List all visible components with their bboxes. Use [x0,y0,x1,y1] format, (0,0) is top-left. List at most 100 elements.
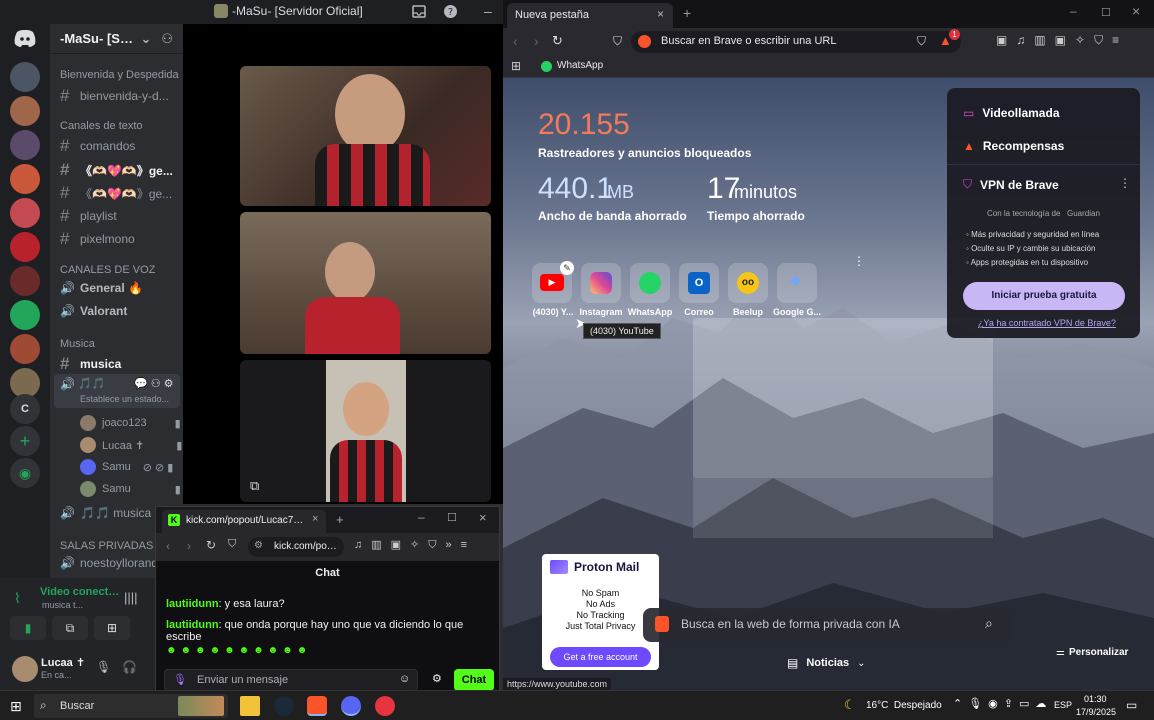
toolbar-extensions-icon[interactable]: ▣♫▥▣✧⛉≡ [996,33,1128,48]
help-icon[interactable]: ? [443,4,458,19]
search-icon[interactable]: ⌕ [985,615,993,632]
category-texto[interactable]: Canales de texto [60,120,143,132]
inbox-icon[interactable] [412,5,426,19]
voice-channel-general[interactable]: 🔊 General 🔥 [60,281,180,295]
top-site-correo[interactable]: O [679,263,719,303]
voice-status[interactable]: Video conectac [40,586,120,598]
reload-icon[interactable]: ↻ [552,33,563,49]
channel-ge-1[interactable]: # 《🫶🏻💖🫶🏻》ge... [60,160,180,180]
mic-icon[interactable]: 🎙 [96,660,111,674]
notifications-icon[interactable]: ▭ [1126,698,1137,712]
minimize-icon[interactable]: – [1070,4,1077,18]
channel-ge-2[interactable]: # 《🫶🏻💖🫶🏻》ge... [60,183,180,203]
forward-icon[interactable]: › [187,539,191,553]
start-trial-button[interactable]: Iniciar prueba gratuita [963,282,1125,310]
minimize-icon[interactable]: – [484,3,492,19]
camera-button[interactable]: ▮ [10,616,46,640]
windows-start-icon[interactable]: ⊞ [10,698,22,715]
add-member-icon[interactable]: ⚇ [161,31,173,47]
clock-time[interactable]: 01:30 [1084,694,1107,704]
clock-date[interactable]: 17/9/2025 [1076,707,1116,717]
channel-pixelmono[interactable]: # pixelmono [60,229,180,249]
channel-playlist[interactable]: # playlist [60,206,180,226]
reload-icon[interactable]: ↻ [206,538,216,552]
server-icon[interactable] [10,198,40,228]
noise-suppression-icon[interactable]: |||| [124,590,138,605]
server-icon[interactable] [10,62,40,92]
vpn-menu-icon[interactable]: ⋮ [1119,176,1131,190]
close-tab-icon[interactable]: × [657,7,664,21]
steam-icon[interactable] [274,696,294,716]
top-site-gemini[interactable]: ✦ [777,263,817,303]
settings-icon[interactable]: ⚙ [432,672,442,685]
voice-channel-valorant[interactable]: 🔊 Valorant [60,304,180,318]
apps-grid-icon[interactable]: ⊞ [511,59,521,73]
private-search-box[interactable]: Busca en la web de forma privada con IA … [643,608,1011,642]
close-icon[interactable]: × [1132,3,1140,19]
already-subscribed-link[interactable]: ¿Ya ha contratado VPN de Brave? [978,318,1116,328]
channel-comandos[interactable]: # comandos [60,136,180,156]
maximize-icon[interactable]: ☐ [1101,6,1111,19]
server-icon[interactable] [10,300,40,330]
video-tile[interactable] [240,212,491,354]
kick-address-bar[interactable]: ⚙ kick.com/popout [248,537,344,557]
server-icon[interactable] [10,96,40,126]
taskbar-search[interactable]: ⌕ Buscar [34,694,228,718]
voice-user[interactable]: Lucaa ✝ ▮ [80,437,182,453]
category-privadas[interactable]: SALAS PRIVADAS [60,540,153,552]
activity-button[interactable]: ⊞ [94,616,130,640]
server-icon[interactable] [10,334,40,364]
tray-icons[interactable]: ⌃🎙◉⇪▭☁ [953,697,1052,710]
add-server-icon[interactable]: + [10,426,40,456]
voice-actions-icon[interactable]: 💬 ⚇ ⚙ [134,377,174,390]
active-voice-channel[interactable]: 🔊 🎵🎵 💬 ⚇ ⚙ Establece un estado... [54,374,180,408]
server-icon[interactable] [10,266,40,296]
toolbar-extensions-icon[interactable]: ♫▥▣✧⛉»≡ [354,538,476,552]
weather-text[interactable]: 16°C Despejado [866,700,942,711]
top-site-beelup[interactable]: oo [728,263,768,303]
customize-button[interactable]: ⚌ Personalizar [1056,647,1128,658]
close-icon[interactable]: × [479,510,487,525]
edit-pin-icon[interactable]: ✎ [560,261,574,275]
video-tile[interactable] [240,66,491,206]
category-bienvenida[interactable]: Bienvenida y Despedida [60,69,179,81]
server-icon[interactable] [10,130,40,160]
avatar[interactable] [12,656,38,682]
category-voz[interactable]: CANALES DE VOZ [60,264,155,276]
voice-user[interactable]: joaco123 ▮ [80,415,181,431]
top-site-whatsapp[interactable] [630,263,670,303]
chat-input[interactable]: 🎙 Enviar un mensaje ☺ [164,669,418,691]
category-musica[interactable]: Musica [60,338,95,350]
brave-shields-icon[interactable]: ⛉ [917,34,926,49]
back-icon[interactable]: ‹ [166,539,170,553]
voice-status[interactable]: Establece un estado... [80,394,176,404]
top-site-instagram[interactable] [581,263,621,303]
video-tile[interactable]: ⧉ [240,360,491,502]
maximize-icon[interactable]: ☐ [447,511,457,524]
voice-user[interactable]: Samu ▮ [80,481,181,497]
server-header[interactable]: -MaSu- [Serv... ⌄ ⚇ [50,24,183,54]
file-explorer-icon[interactable] [240,696,260,716]
close-tab-icon[interactable]: × [312,513,318,525]
kick-tab[interactable]: K kick.com/popout/Lucac77/chat × [162,510,326,533]
more-options-icon[interactable]: ⋮ [853,254,865,268]
screen-share-icon[interactable]: ⧉ [250,478,259,494]
voice-channel-name[interactable]: musica t... [42,600,112,610]
brave-taskbar-icon[interactable] [307,696,327,716]
channel-bienvenida[interactable]: # bienvenida-y-d... [60,86,180,106]
address-bar[interactable]: Buscar en Brave o escribir una URL ⛉ ▲ 1 [631,29,961,53]
videollamada-link[interactable]: ▭ Videollamada [963,106,1060,120]
language-indicator[interactable]: ESP [1054,700,1072,710]
mic-icon[interactable]: 🎙 [173,673,187,686]
discord-home-icon[interactable] [13,28,37,48]
tab-new-tab[interactable]: Nueva pestaña × [507,3,673,28]
proton-mail-ad[interactable]: Proton Mail No Spam No Ads No Tracking J… [542,554,659,670]
server-icon[interactable] [10,164,40,194]
server-icon[interactable] [10,232,40,262]
new-tab-icon[interactable]: + [683,5,691,21]
emoji-icon[interactable]: ☺ [399,673,410,685]
channel-musica[interactable]: # musica [60,354,180,374]
voice-user[interactable]: Samu ⊘ ⊘ ▮ [80,459,173,475]
get-free-account-button[interactable]: Get a free account [550,647,651,667]
back-icon[interactable]: ‹ [513,33,518,49]
